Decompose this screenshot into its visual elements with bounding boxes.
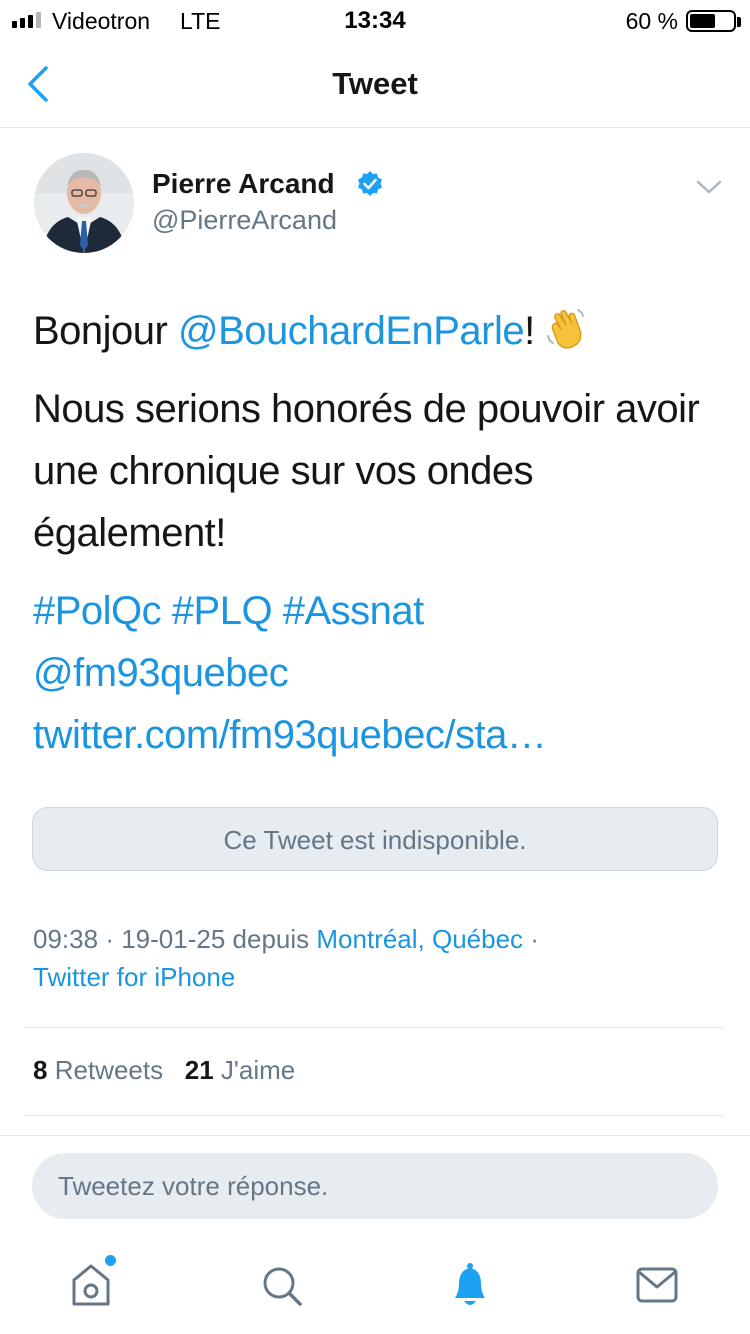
meta-separator: · bbox=[530, 924, 539, 954]
divider bbox=[0, 1135, 750, 1136]
likes-stat[interactable]: 21 J'aime bbox=[185, 1055, 295, 1085]
page-title: Tweet bbox=[332, 66, 418, 101]
battery-level-fill bbox=[690, 14, 715, 28]
divider bbox=[24, 1115, 724, 1116]
tab-search[interactable] bbox=[256, 1258, 306, 1312]
avatar-image bbox=[34, 153, 134, 253]
navigation-bar: Tweet bbox=[0, 42, 750, 128]
tab-notifications[interactable] bbox=[445, 1258, 495, 1312]
mail-icon bbox=[636, 1267, 678, 1303]
tweet-text: Bonjour @BouchardEnParle! Nous serions h… bbox=[33, 300, 733, 782]
hashtag-polqc[interactable]: #PolQc bbox=[33, 589, 162, 633]
tweet-time: 09:38 bbox=[33, 924, 99, 954]
greeting-punctuation: ! bbox=[524, 309, 535, 353]
chevron-down-icon[interactable] bbox=[694, 176, 724, 198]
bell-icon bbox=[455, 1263, 485, 1305]
verified-badge-icon bbox=[358, 171, 382, 196]
hashtag-assnat[interactable]: #Assnat bbox=[283, 589, 425, 633]
source-prefix: depuis bbox=[232, 924, 310, 954]
mention-fm93quebec[interactable]: @fm93quebec bbox=[33, 651, 289, 695]
tweet-links: #PolQc #PLQ #Assnat @fm93quebec twitter.c… bbox=[33, 580, 733, 766]
status-bar: Videotron LTE 13:34 60 % bbox=[0, 0, 750, 42]
mention-link[interactable]: @BouchardEnParle bbox=[178, 309, 525, 353]
retweets-stat[interactable]: 8 Retweets bbox=[33, 1055, 163, 1085]
likes-count: 21 bbox=[184, 1055, 214, 1085]
retweets-count: 8 bbox=[33, 1055, 48, 1085]
author-avatar[interactable] bbox=[34, 153, 134, 253]
battery-icon bbox=[686, 10, 736, 32]
divider bbox=[24, 1027, 724, 1028]
retweets-label: Retweets bbox=[54, 1055, 164, 1085]
search-icon bbox=[263, 1267, 302, 1306]
client-link[interactable]: Twitter for iPhone bbox=[33, 962, 235, 992]
battery-percentage: 60 % bbox=[625, 8, 678, 34]
tweet-paragraph: Nous serions honorés de pouvoir avoir un… bbox=[33, 387, 700, 555]
tab-home[interactable] bbox=[66, 1258, 116, 1312]
home-icon bbox=[72, 1264, 110, 1306]
greeting-text: Bonjour bbox=[33, 309, 178, 353]
tweet-metadata: 09:38 · 19-01-25 depuis Montréal, Québec… bbox=[33, 920, 723, 996]
waving-hand-emoji-icon bbox=[547, 309, 585, 349]
meta-separator: · bbox=[105, 924, 114, 954]
author-name[interactable]: Pierre Arcand bbox=[152, 168, 335, 200]
hashtag-plq[interactable]: #PLQ bbox=[172, 589, 273, 633]
author-handle[interactable]: @PierreArcand bbox=[152, 205, 337, 236]
battery-nub bbox=[737, 17, 741, 27]
tweet-date: 19-01-25 bbox=[121, 924, 226, 954]
unavailable-quote-box: Ce Tweet est indisponible. bbox=[32, 807, 718, 871]
reply-input[interactable]: Tweetez votre réponse. bbox=[32, 1153, 718, 1219]
likes-label: J'aime bbox=[220, 1055, 296, 1085]
home-badge-dot bbox=[105, 1255, 116, 1266]
tab-messages[interactable] bbox=[632, 1258, 682, 1312]
tweet-greeting: Bonjour @BouchardEnParle! bbox=[33, 300, 733, 362]
tweet-url-link[interactable]: twitter.com/fm93quebec/sta… bbox=[33, 713, 547, 757]
location-link[interactable]: Montréal, Québec bbox=[316, 924, 523, 954]
engagement-stats: 8 Retweets 21 J'aime bbox=[33, 1055, 295, 1086]
